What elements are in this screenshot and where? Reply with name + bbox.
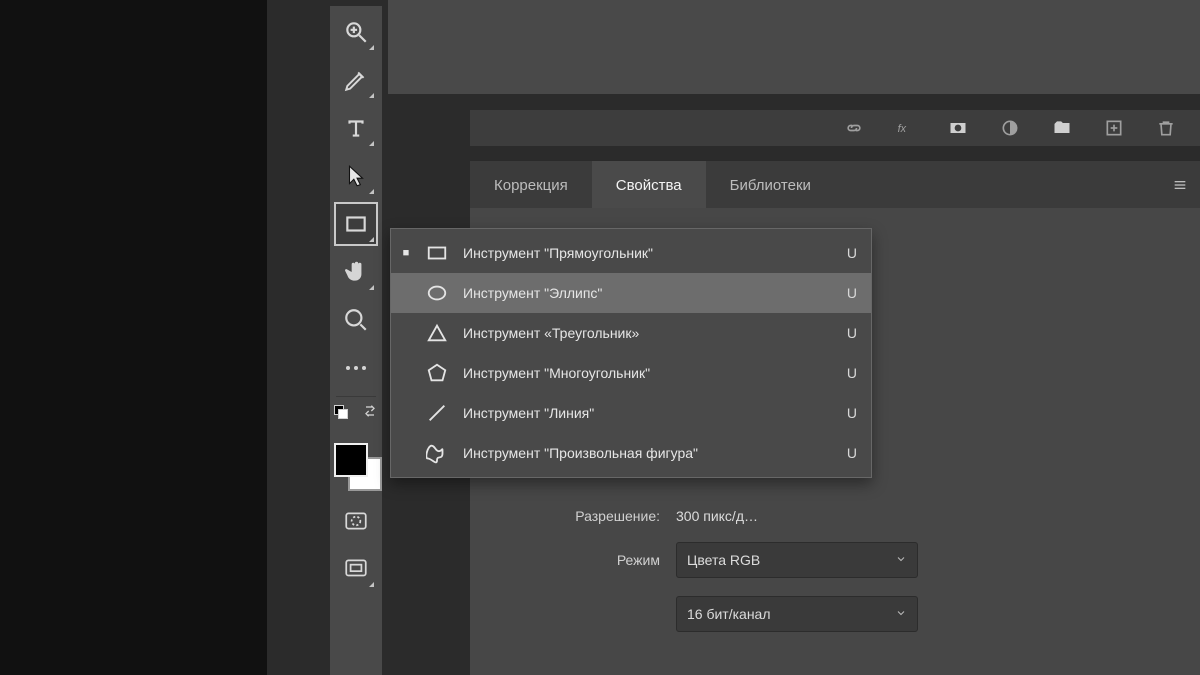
tab-label: Библиотеки bbox=[730, 177, 811, 194]
default-colors-button[interactable] bbox=[334, 405, 344, 415]
flyout-shortcut: U bbox=[847, 245, 857, 261]
flyout-shortcut: U bbox=[847, 445, 857, 461]
flyout-shortcut: U bbox=[847, 365, 857, 381]
photoshop-window: { "options": { "pilcrow": "¶" }, "tabs":… bbox=[0, 0, 1200, 675]
workspace-top-strip bbox=[388, 0, 1200, 94]
zoom-in-tool[interactable] bbox=[334, 10, 378, 54]
zoom-tool[interactable] bbox=[334, 298, 378, 342]
quick-mask-button[interactable] bbox=[334, 499, 378, 543]
triangle-icon bbox=[425, 321, 449, 345]
flyout-indicator-icon bbox=[369, 237, 374, 242]
color-mode-select[interactable]: Цвета RGB bbox=[676, 542, 918, 578]
select-value: 16 бит/канал bbox=[687, 606, 771, 622]
hand-tool[interactable] bbox=[334, 250, 378, 294]
mode-label: Режим bbox=[500, 552, 660, 568]
flyout-label: Инструмент "Эллипс" bbox=[463, 285, 833, 301]
flyout-indicator-icon bbox=[369, 189, 374, 194]
toolbar-separator bbox=[336, 396, 376, 397]
flyout-indicator-icon bbox=[369, 45, 374, 50]
flyout-label: Инструмент "Многоугольник" bbox=[463, 365, 833, 381]
adjustment-layer-icon[interactable] bbox=[998, 116, 1022, 140]
current-tool-marker-icon: ■ bbox=[401, 247, 411, 259]
polygon-icon bbox=[425, 361, 449, 385]
flyout-shortcut: U bbox=[847, 405, 857, 421]
flyout-label: Инструмент "Произвольная фигура" bbox=[463, 445, 833, 461]
flyout-triangle-tool[interactable]: Инструмент «Треугольник» U bbox=[391, 313, 871, 353]
flyout-polygon-tool[interactable]: Инструмент "Многоугольник" U bbox=[391, 353, 871, 393]
flyout-label: Инструмент "Линия" bbox=[463, 405, 833, 421]
flyout-label: Инструмент "Прямоугольник" bbox=[463, 245, 833, 261]
foreground-color[interactable] bbox=[334, 443, 368, 477]
flyout-ellipse-tool[interactable]: Инструмент "Эллипс" U bbox=[391, 273, 871, 313]
foreground-background-swatch[interactable] bbox=[334, 443, 378, 489]
chevron-down-icon bbox=[895, 552, 907, 568]
resolution-value: 300 пикс/д… bbox=[676, 508, 758, 524]
tools-panel bbox=[330, 6, 382, 675]
layer-actions-row: fx bbox=[470, 110, 1200, 146]
select-value: Цвета RGB bbox=[687, 552, 760, 568]
flyout-indicator-icon bbox=[369, 582, 374, 587]
flyout-shortcut: U bbox=[847, 285, 857, 301]
flyout-indicator-icon bbox=[369, 141, 374, 146]
tab-libraries[interactable]: Библиотеки bbox=[706, 161, 835, 209]
shape-tool-flyout: ■ Инструмент "Прямоугольник" U Инструмен… bbox=[390, 228, 872, 478]
panel-tabs: Коррекция Свойства Библиотеки bbox=[470, 160, 1200, 210]
fx-icon[interactable]: fx bbox=[894, 116, 918, 140]
flyout-label: Инструмент «Треугольник» bbox=[463, 325, 833, 341]
svg-text:fx: fx bbox=[898, 123, 907, 135]
bit-depth-select[interactable]: 16 бит/канал bbox=[676, 596, 918, 632]
custom-shape-icon bbox=[425, 441, 449, 465]
flyout-line-tool[interactable]: Инструмент "Линия" U bbox=[391, 393, 871, 433]
panel-menu-icon[interactable] bbox=[1160, 161, 1200, 209]
trash-icon[interactable] bbox=[1154, 116, 1178, 140]
path-selection-tool[interactable] bbox=[334, 154, 378, 198]
line-icon bbox=[425, 401, 449, 425]
rectangle-shape-tool[interactable] bbox=[334, 202, 378, 246]
tab-properties[interactable]: Свойства bbox=[592, 161, 706, 209]
group-icon[interactable] bbox=[1050, 116, 1074, 140]
default-colors-group bbox=[334, 403, 378, 441]
ellipse-icon bbox=[425, 281, 449, 305]
flyout-custom-shape-tool[interactable]: Инструмент "Произвольная фигура" U bbox=[391, 433, 871, 473]
link-layers-icon[interactable] bbox=[842, 116, 866, 140]
edit-toolbar-button[interactable] bbox=[334, 346, 378, 390]
flyout-indicator-icon bbox=[369, 93, 374, 98]
new-layer-icon[interactable] bbox=[1102, 116, 1126, 140]
screen-mode-button[interactable] bbox=[334, 547, 378, 591]
swap-colors-button[interactable] bbox=[362, 403, 378, 422]
resolution-label: Разрешение: bbox=[500, 508, 660, 524]
flyout-shortcut: U bbox=[847, 325, 857, 341]
tab-label: Коррекция bbox=[494, 177, 568, 194]
mask-icon[interactable] bbox=[946, 116, 970, 140]
type-tool[interactable] bbox=[334, 106, 378, 150]
chevron-down-icon bbox=[895, 606, 907, 622]
tab-correction[interactable]: Коррекция bbox=[470, 161, 592, 209]
tab-label: Свойства bbox=[616, 177, 682, 194]
pen-tool[interactable] bbox=[334, 58, 378, 102]
rectangle-icon bbox=[425, 241, 449, 265]
flyout-indicator-icon bbox=[369, 285, 374, 290]
document-canvas[interactable] bbox=[0, 0, 267, 675]
flyout-rectangle-tool[interactable]: ■ Инструмент "Прямоугольник" U bbox=[391, 233, 871, 273]
